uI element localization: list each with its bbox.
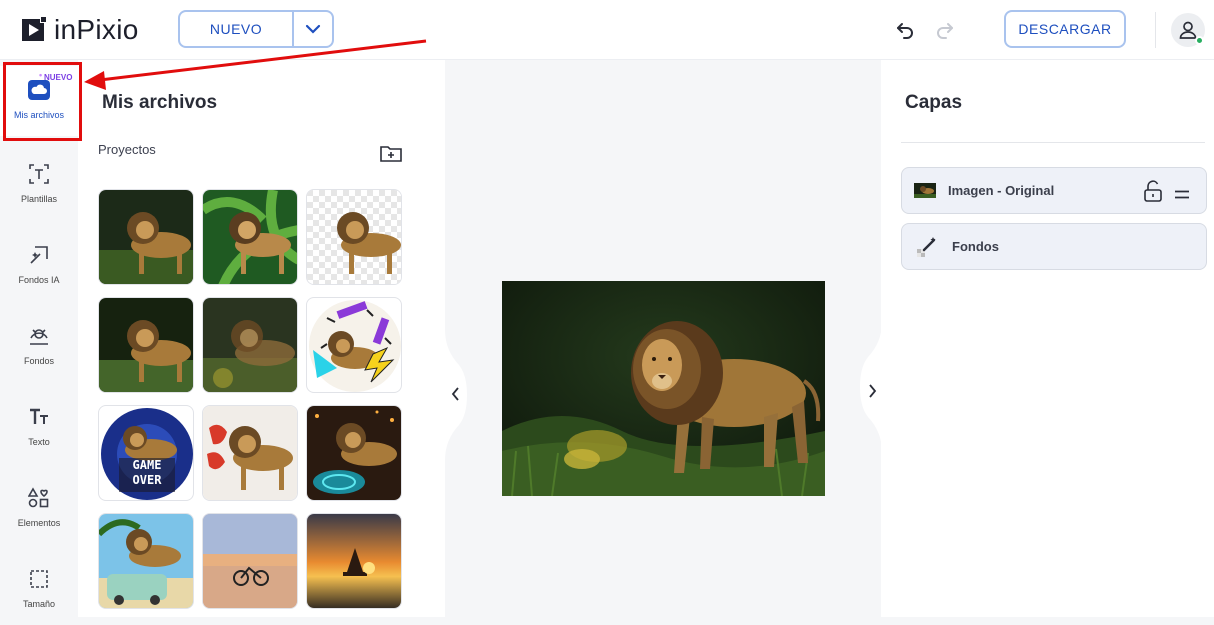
collapse-left-panel-button[interactable] [445, 330, 467, 460]
collapse-right-panel-button[interactable] [860, 322, 882, 452]
logo-icon [22, 17, 46, 43]
redo-icon [937, 23, 953, 39]
project-thumbnail[interactable] [306, 513, 402, 609]
sidebar-item-resize[interactable]: Tamaño [0, 555, 78, 625]
online-status-dot [1195, 36, 1204, 45]
project-thumbnail[interactable] [202, 405, 298, 501]
chevron-down-icon [305, 24, 321, 34]
project-thumbnail[interactable] [202, 297, 298, 393]
highlight-annotation-box [3, 62, 82, 141]
sidebar-item-label: Elementos [17, 518, 61, 528]
layer-item-original-image[interactable]: Imagen - Original [901, 167, 1207, 214]
magic-wand-icon [916, 236, 938, 258]
templates-icon [27, 162, 51, 186]
layer-thumbnail [914, 183, 936, 198]
undo-icon [897, 23, 913, 39]
sidebar-item-templates[interactable]: Plantillas [0, 150, 78, 220]
sidebar-item-elements[interactable]: Elementos [0, 474, 78, 544]
layers-title: Capas [905, 92, 963, 113]
panel-title: Mis archivos [102, 92, 218, 113]
sidebar-item-label: Plantillas [20, 194, 58, 204]
project-thumbnail[interactable] [306, 189, 402, 285]
redo-button[interactable] [933, 18, 957, 42]
sidebar-item-label: Texto [28, 437, 50, 447]
drag-handle[interactable] [1174, 186, 1190, 204]
sidebar-item-ai-backgrounds[interactable]: Fondos IA [0, 231, 78, 301]
layer-label: Imagen - Original [948, 183, 1055, 198]
top-bar: inPixio NUEVO DESCARGAR [0, 0, 1214, 60]
drag-handle-icon [1175, 190, 1189, 199]
project-thumbnail[interactable] [202, 189, 298, 285]
layers-panel: Capas Imagen - Original Fondos [881, 60, 1214, 617]
undo-button[interactable] [893, 18, 917, 42]
layers-divider [901, 142, 1205, 143]
game-over-text: OVER [133, 473, 163, 487]
project-thumbnail[interactable] [202, 513, 298, 609]
elements-icon [27, 486, 51, 510]
new-project-button-group: NUEVO [178, 10, 334, 48]
project-thumbnail[interactable] [306, 297, 402, 393]
sidebar-item-label: Tamaño [22, 599, 56, 609]
app-name: inPixio [54, 14, 139, 45]
canvas-image[interactable] [502, 281, 825, 496]
resize-icon [27, 567, 51, 591]
game-over-text: GAME [133, 458, 162, 472]
my-files-panel: Mis archivos Proyectos GAME OVER [78, 60, 445, 617]
header-divider [1155, 12, 1156, 48]
backgrounds-icon [27, 324, 51, 348]
ai-background-icon [27, 243, 51, 267]
folder-add-icon [380, 146, 402, 162]
projects-label: Proyectos [98, 142, 156, 157]
project-thumbnail[interactable] [98, 297, 194, 393]
sidebar-item-label: Fondos [23, 356, 55, 366]
unlock-button[interactable] [1144, 180, 1162, 207]
unlock-icon [1144, 180, 1162, 202]
project-thumbnail[interactable] [306, 405, 402, 501]
layer-label: Fondos [952, 239, 999, 254]
download-button[interactable]: DESCARGAR [1004, 10, 1126, 48]
sidebar-item-label: Fondos IA [18, 275, 60, 285]
project-thumbnail[interactable] [98, 513, 194, 609]
sidebar-item-backgrounds[interactable]: Fondos [0, 312, 78, 382]
new-folder-button[interactable] [380, 144, 402, 162]
new-project-button[interactable]: NUEVO [180, 12, 294, 46]
user-account-button[interactable] [1171, 13, 1205, 47]
project-thumbnail[interactable]: GAME OVER [98, 405, 194, 501]
layer-item-backgrounds[interactable]: Fondos [901, 223, 1207, 270]
project-thumbnail[interactable] [98, 189, 194, 285]
sidebar-item-text[interactable]: Texto [0, 393, 78, 463]
text-icon [27, 405, 51, 429]
left-sidebar: NUEVO Mis archivos Plantillas Fondos IA … [0, 60, 78, 617]
app-logo[interactable]: inPixio [22, 14, 139, 46]
new-project-dropdown-button[interactable] [294, 12, 332, 46]
